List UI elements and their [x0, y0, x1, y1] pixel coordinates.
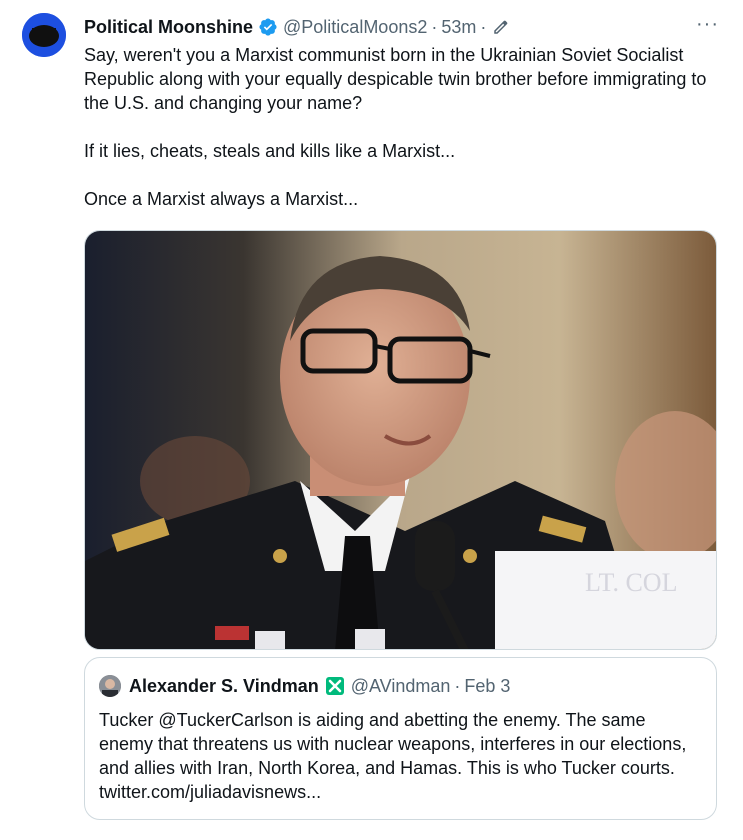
- edit-pencil-icon[interactable]: [492, 18, 510, 36]
- photo-image: LT. COL: [85, 231, 716, 649]
- quoted-tweet[interactable]: Alexander S. Vindman @AVindman · Feb 3 T…: [84, 657, 717, 820]
- quoted-author-avatar[interactable]: [99, 675, 121, 697]
- tweet-text: Say, weren't you a Marxist communist bor…: [84, 43, 724, 211]
- green-x-checkmark-icon: [325, 676, 345, 696]
- avatar-image: [22, 13, 66, 57]
- author-name[interactable]: Political Moonshine: [84, 17, 253, 38]
- author-avatar[interactable]: [22, 13, 66, 57]
- tweet-paragraph: Once a Marxist always a Marxist...: [84, 189, 359, 209]
- separator-dot: ·: [480, 16, 487, 37]
- quoted-tweet-text: Tucker @TuckerCarlson is aiding and abet…: [99, 710, 687, 802]
- tweet-paragraph: If it lies, cheats, steals and kills lik…: [84, 141, 456, 161]
- more-dots-icon[interactable]: ···: [696, 14, 719, 34]
- quoted-tweet-header: Alexander S. Vindman @AVindman · Feb 3: [99, 674, 510, 698]
- quoted-author-name[interactable]: Alexander S. Vindman: [129, 676, 319, 697]
- quoted-tweet-date[interactable]: Feb 3: [464, 676, 510, 697]
- author-handle[interactable]: @PoliticalMoons2: [283, 17, 427, 38]
- separator-dot: ·: [454, 675, 461, 696]
- tweet[interactable]: Political Moonshine @PoliticalMoons2 · 5…: [0, 0, 743, 840]
- separator-dot: ·: [431, 16, 438, 37]
- tweet-paragraph: Say, weren't you a Marxist communist bor…: [84, 45, 707, 113]
- verified-badge-icon[interactable]: [258, 17, 278, 37]
- tweet-photo[interactable]: LT. COL: [84, 230, 717, 650]
- quoted-author-handle[interactable]: @AVindman: [351, 676, 451, 697]
- svg-text:LT. COL: LT. COL: [585, 568, 677, 597]
- tweet-time[interactable]: 53m: [441, 17, 476, 38]
- tweet-header: Political Moonshine @PoliticalMoons2 · 5…: [84, 15, 723, 39]
